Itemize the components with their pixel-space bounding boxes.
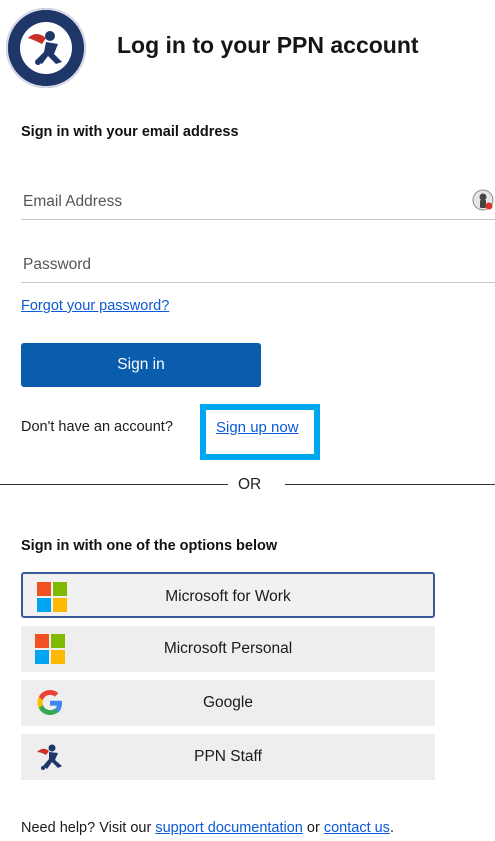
password-manager-icon[interactable] [472,189,494,211]
help-middle: or [306,820,320,836]
provider-label: Microsoft Personal [163,640,293,657]
provider-label: Google [203,694,253,711]
page-title: Log in to your PPN account [117,32,419,58]
sign-up-link[interactable]: Sign up now [216,419,299,436]
or-label: OR [238,476,262,493]
google-button[interactable]: Google [21,680,435,726]
provider-label: Microsoft for Work [165,588,291,605]
contact-us-link[interactable]: contact us [324,820,390,836]
email-field[interactable] [21,190,495,220]
sign-in-button[interactable]: Sign in [21,343,261,387]
ppn-logo-icon [8,10,84,86]
support-documentation-link[interactable]: support documentation [155,820,303,836]
divider-line-left [0,484,228,485]
no-account-text: Don't have an account? [21,419,173,435]
ppn-logo [6,8,86,88]
help-suffix: . [389,820,394,836]
ppn-staff-button[interactable]: PPN Staff [21,734,435,780]
password-field[interactable] [21,253,495,283]
microsoft-personal-button[interactable]: Microsoft Personal [21,626,435,672]
providers-section-heading: Sign in with one of the options below [21,538,278,554]
help-prefix: Need help? Visit our [21,820,152,836]
divider-line-right [285,484,495,485]
microsoft-for-work-button[interactable]: Microsoft for Work [21,572,435,618]
forgot-password-link[interactable]: Forgot your password? [21,298,169,314]
header: Log in to your PPN account [0,0,495,96]
help-text: Need help? Visit our support documentati… [21,820,394,836]
provider-label: PPN Staff [194,748,262,765]
email-section-heading: Sign in with your email address [21,124,239,140]
